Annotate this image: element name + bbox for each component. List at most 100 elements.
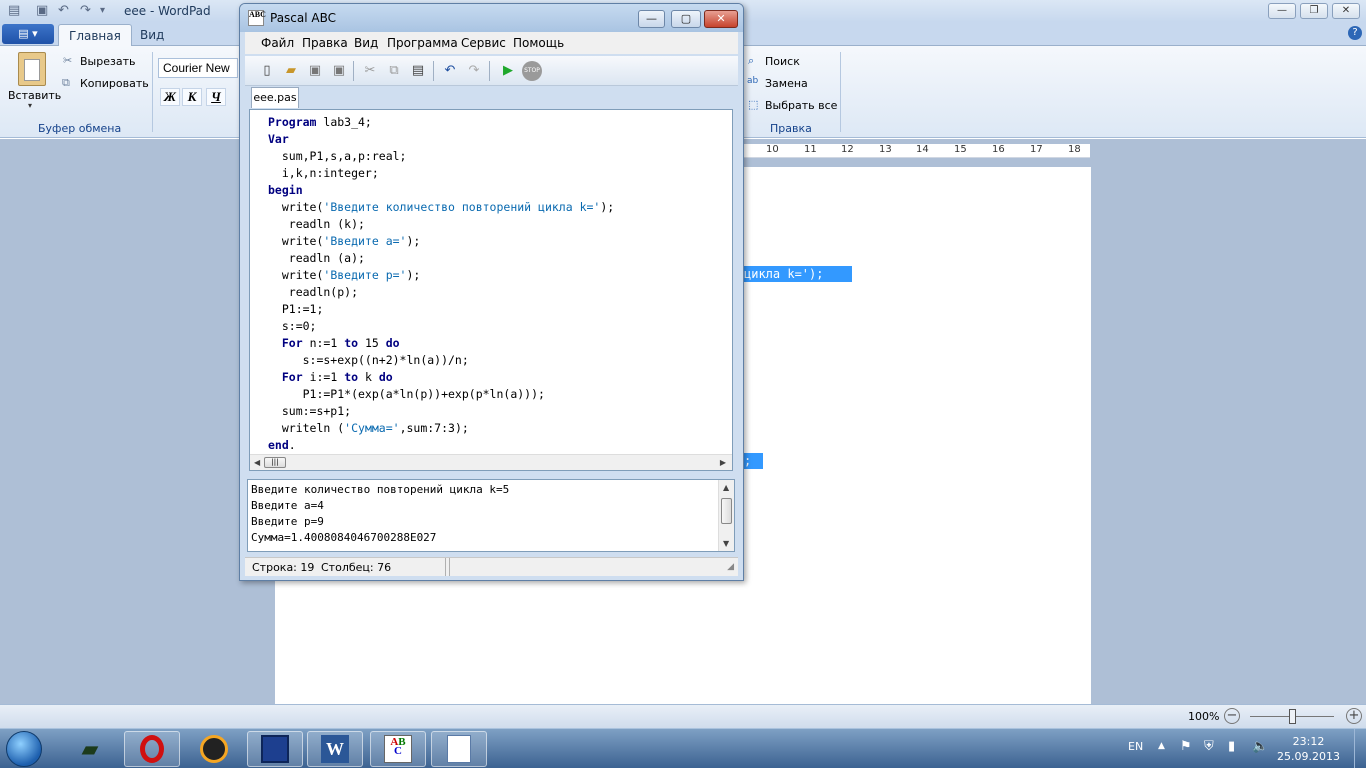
- font-family-select[interactable]: Courier New: [158, 58, 238, 78]
- tab-home[interactable]: Главная: [58, 24, 132, 46]
- redo-icon[interactable]: ↷: [465, 62, 483, 80]
- file-tab[interactable]: eee.pas: [251, 87, 299, 108]
- cut-icon[interactable]: ✂: [361, 62, 379, 80]
- pascal-titlebar[interactable]: ABC Pascal ABC — ▢ ✕: [240, 4, 743, 32]
- taskbar-app-floppy[interactable]: [247, 731, 303, 767]
- select-all-button[interactable]: Выбрать все: [765, 99, 837, 112]
- zoom-level: 100%: [1188, 710, 1220, 723]
- quick-access-dropdown-icon[interactable]: ▾: [100, 5, 105, 16]
- tab-view[interactable]: Вид: [130, 24, 174, 46]
- output-panel[interactable]: Введите количество повторений цикла k=5 В…: [247, 479, 735, 552]
- taskbar-app-aimp[interactable]: [186, 731, 242, 767]
- vertical-scroll-thumb[interactable]: [721, 498, 732, 524]
- ruler-tick: 15: [954, 144, 967, 155]
- zoom-out-button[interactable]: −: [1224, 708, 1240, 724]
- taskbar-app-opera[interactable]: [124, 731, 180, 767]
- action-center-icon[interactable]: ⚑: [1180, 739, 1192, 754]
- run-icon[interactable]: ▶: [499, 62, 517, 80]
- open-folder-icon[interactable]: ▰: [282, 62, 300, 80]
- clock[interactable]: 23:12 25.09.2013: [1277, 734, 1340, 764]
- bold-button[interactable]: Ж: [160, 88, 180, 106]
- wordpad-maximize-button[interactable]: ❐: [1300, 3, 1328, 19]
- ruler[interactable]: 10 11 12 13 14 15 16 17 18: [744, 144, 1090, 158]
- menu-view[interactable]: Вид: [354, 36, 378, 50]
- save-icon[interactable]: ▣: [36, 3, 48, 18]
- network-icon[interactable]: ▮: [1228, 739, 1235, 754]
- code-token: s:=s+exp((n+2)*ln(a))/n;: [268, 353, 469, 367]
- ribbon-separator: [840, 52, 841, 132]
- security-icon[interactable]: ⛨: [1204, 739, 1214, 754]
- copy-button[interactable]: Копировать: [80, 77, 149, 90]
- selected-text: ;: [742, 453, 763, 469]
- paste-button[interactable]: Вставить: [8, 89, 61, 102]
- paste-icon[interactable]: [18, 52, 46, 86]
- find-button[interactable]: Поиск: [765, 55, 800, 68]
- save-icon[interactable]: ▣: [306, 62, 324, 80]
- ruler-tick: 16: [992, 144, 1005, 155]
- zoom-in-button[interactable]: +: [1346, 708, 1362, 724]
- pascal-minimize-button[interactable]: —: [638, 10, 665, 28]
- pascal-title: Pascal ABC: [270, 11, 337, 25]
- save-all-icon[interactable]: ▣: [330, 62, 348, 80]
- redo-icon[interactable]: ↷: [80, 3, 91, 18]
- show-desktop-button[interactable]: [1354, 729, 1366, 768]
- status-separator: [445, 558, 446, 576]
- floppy-icon: [261, 735, 289, 763]
- ruler-tick: 18: [1068, 144, 1081, 155]
- horizontal-scrollbar[interactable]: ◀ ||| ▶: [250, 454, 732, 470]
- code-line: write('Введите a=');: [268, 233, 614, 250]
- scroll-down-icon[interactable]: ▼: [723, 539, 729, 548]
- code-line: sum:=s+p1;: [268, 403, 614, 420]
- scroll-left-icon[interactable]: ◀: [254, 458, 260, 467]
- code-keyword: Program: [268, 115, 317, 129]
- pascal-maximize-button[interactable]: ▢: [671, 10, 701, 28]
- wordpad-minimize-button[interactable]: —: [1268, 3, 1296, 19]
- taskbar-app-book[interactable]: ▰: [62, 731, 118, 767]
- stop-icon[interactable]: STOP: [522, 61, 542, 81]
- language-indicator[interactable]: EN: [1128, 740, 1143, 753]
- code-token: sum:=s+p1;: [268, 404, 352, 418]
- menu-file[interactable]: Файл: [261, 36, 294, 50]
- menu-edit[interactable]: Правка: [302, 36, 348, 50]
- paste-dropdown-icon[interactable]: ▾: [28, 101, 32, 110]
- code-line: end.: [268, 437, 614, 454]
- code-editor[interactable]: Program lab3_4; Var sum,P1,s,a,p:real; i,…: [249, 109, 733, 471]
- clipboard-group-label: Буфер обмена: [38, 122, 122, 135]
- scroll-up-icon[interactable]: ▲: [723, 483, 729, 492]
- menu-help[interactable]: Помощь: [513, 36, 564, 50]
- code-token: i,k,n:integer;: [268, 166, 379, 180]
- code-token: .: [288, 438, 296, 452]
- help-icon[interactable]: ?: [1348, 26, 1362, 40]
- copy-icon[interactable]: ⧉: [385, 62, 403, 80]
- underline-button[interactable]: Ч: [206, 88, 226, 106]
- taskbar-app-pascal[interactable]: AB C: [370, 731, 426, 767]
- code-keyword: Var: [268, 132, 289, 146]
- wordpad-close-button[interactable]: ✕: [1332, 3, 1360, 19]
- code-token: P1:=P1*(exp(a*ln(p))+exp(p*ln(a)));: [268, 387, 545, 401]
- code-keyword: begin: [268, 183, 303, 197]
- vertical-scrollbar[interactable]: ▲ ▼: [718, 480, 734, 551]
- taskbar-app-wordpad[interactable]: [431, 731, 487, 767]
- wordpad-file-menu-button[interactable]: ▤ ▾: [2, 24, 54, 44]
- menu-service[interactable]: Сервис: [461, 36, 506, 50]
- code-token: 15: [358, 336, 386, 350]
- pascal-close-button[interactable]: ✕: [704, 10, 738, 28]
- cut-button[interactable]: Вырезать: [80, 55, 135, 68]
- zoom-slider-thumb[interactable]: [1289, 709, 1296, 724]
- paste-icon[interactable]: ▤: [409, 62, 427, 80]
- new-file-icon[interactable]: ▯: [258, 62, 276, 80]
- undo-icon[interactable]: ↶: [58, 3, 69, 18]
- horizontal-scroll-thumb[interactable]: |||: [264, 457, 286, 468]
- replace-button[interactable]: Замена: [765, 77, 808, 90]
- start-button[interactable]: [6, 731, 42, 767]
- tray-expand-icon[interactable]: ▲: [1158, 741, 1165, 751]
- scroll-right-icon[interactable]: ▶: [720, 458, 726, 467]
- taskbar-app-word[interactable]: W: [307, 731, 363, 767]
- italic-button[interactable]: К: [182, 88, 202, 106]
- code-token: P1:=1;: [268, 302, 324, 316]
- wordpad-app-icon[interactable]: ▤: [8, 3, 20, 18]
- volume-icon[interactable]: 🔈: [1252, 739, 1268, 754]
- resize-grip-icon[interactable]: ◢: [727, 562, 734, 572]
- undo-icon[interactable]: ↶: [441, 62, 459, 80]
- menu-program[interactable]: Программа: [387, 36, 458, 50]
